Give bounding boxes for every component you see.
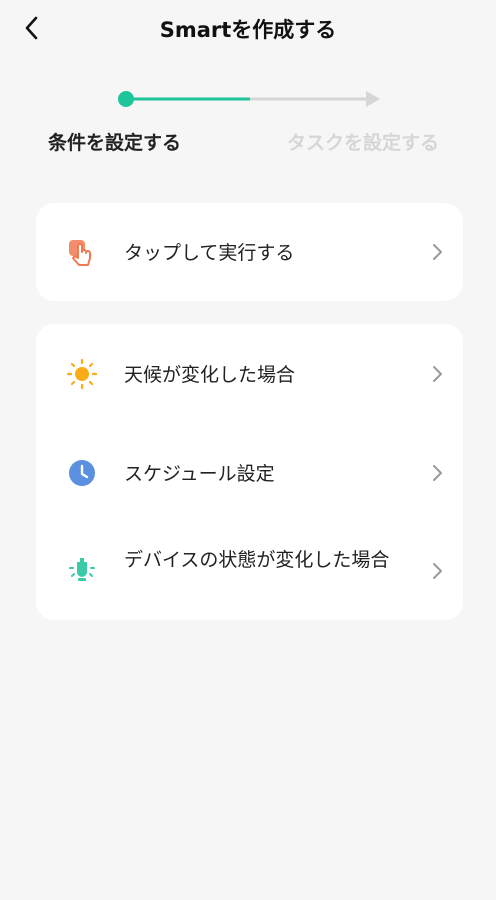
list-item-label: スケジュール設定	[124, 463, 275, 485]
stepper-progress	[118, 91, 380, 107]
arrow-right-icon	[366, 91, 380, 107]
chevron-right-icon	[433, 366, 442, 382]
list-item-device-state-change[interactable]: デバイスの状態が変化した場合	[36, 522, 463, 620]
list-item-schedule[interactable]: スケジュール設定	[36, 424, 463, 522]
step-dot-active	[118, 91, 134, 107]
list-item-label: 天候が変化した場合	[124, 364, 296, 386]
step-label-conditions[interactable]: 条件を設定する	[48, 128, 181, 155]
chevron-right-icon	[433, 465, 442, 481]
list-item-weather-change[interactable]: 天候が変化した場合	[36, 324, 463, 424]
step-label-tasks: タスクを設定する	[287, 132, 440, 154]
sun-icon	[66, 358, 98, 390]
list-item-label: タップして実行する	[124, 242, 295, 264]
tap-hand-icon	[69, 240, 91, 266]
automation-conditions-card: 天候が変化した場合 スケジュール設定 デバイスの状態が変化した場合	[36, 324, 463, 620]
manual-trigger-card: タップして実行する	[36, 203, 463, 301]
list-item-label: デバイスの状態が変化した場合	[124, 549, 390, 571]
clock-icon	[69, 460, 95, 486]
chevron-right-icon	[433, 244, 442, 260]
list-item-tap-to-run[interactable]: タップして実行する	[36, 203, 463, 301]
page-title: Smartを作成する	[159, 18, 337, 42]
chevron-right-icon	[433, 563, 442, 579]
stepper: 条件を設定する タスクを設定する	[0, 84, 496, 164]
header: Smartを作成する	[0, 0, 496, 58]
device-bulb-icon	[69, 558, 95, 581]
